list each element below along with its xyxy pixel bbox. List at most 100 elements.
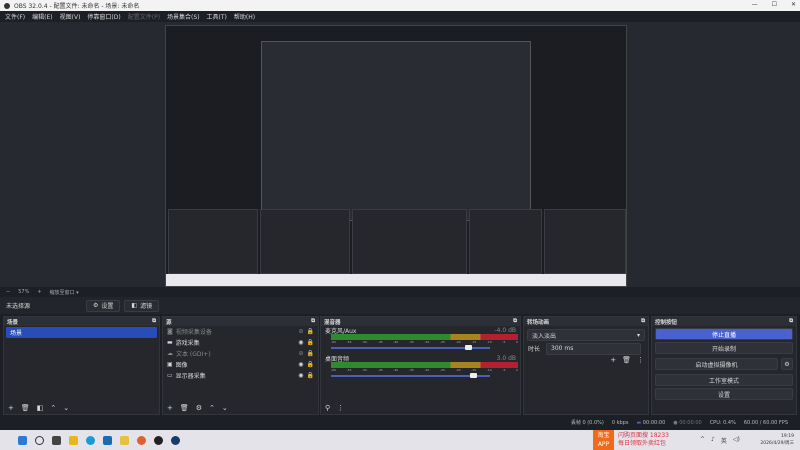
image-icon: ▣ (167, 361, 173, 368)
minimize-button[interactable]: — (752, 1, 758, 8)
virtual-camera-button[interactable]: 启动虚拟摄像机 (655, 358, 778, 370)
source-settings-button[interactable]: ⚙ 设置 (86, 299, 121, 312)
undock-icon[interactable]: ⧉ (513, 318, 517, 325)
undock-icon[interactable]: ⧉ (152, 318, 156, 325)
add-icon[interactable]: + (8, 404, 14, 412)
volume-meter (331, 362, 518, 368)
trash-icon[interactable]: 🗑 (21, 404, 30, 412)
eye-icon[interactable]: ◉ (298, 372, 303, 379)
scene-item[interactable]: 场景 (6, 327, 157, 338)
menu-dots-icon[interactable]: ⋮ (337, 404, 344, 412)
close-button[interactable]: ✕ (791, 1, 796, 8)
source-item[interactable]: ▬ 游戏采集 ◉ 🔒 (163, 337, 318, 348)
advanced-audio-icon[interactable]: ⚲ (325, 404, 330, 412)
meter-tick: -30 (424, 368, 430, 372)
menu-dots-icon[interactable]: ⋮ (637, 356, 644, 364)
lock-icon[interactable]: 🔒 (307, 339, 314, 346)
eye-icon[interactable]: ◉ (298, 361, 303, 368)
taobao-ad-logo[interactable]: 淘宝 APP (593, 430, 614, 450)
text-icon: ☁ (167, 350, 173, 357)
eye-hidden-icon[interactable]: ⊘ (298, 350, 303, 357)
cpu-usage: CPU: 0.4% (709, 419, 736, 426)
meter-tick: -45 (377, 368, 383, 372)
maximize-button[interactable]: ☐ (772, 1, 777, 8)
transitions-dock: 转场动画 ⧉ 淡入淡出 ▾ 时长 300 ms + 🗑 ⋮ (523, 316, 649, 415)
volume-icon: ◁) (732, 436, 740, 443)
menu-docks[interactable]: 停靠窗口(D) (87, 12, 120, 21)
add-icon[interactable]: + (610, 356, 616, 364)
transition-select[interactable]: 淡入淡出 ▾ (527, 329, 645, 341)
source-item[interactable]: ▭ 显示器采集 ◉ 🔒 (163, 370, 318, 381)
lock-icon[interactable]: 🔒 (307, 372, 314, 379)
lock-icon[interactable]: 🔒 (307, 328, 314, 335)
store-icon[interactable] (103, 435, 112, 445)
meter-tick: -15 (471, 340, 477, 344)
window-title: OBS 32.0.4 - 配置文件: 未命名 - 场景: 未命名 (14, 3, 140, 10)
app-icon[interactable] (137, 435, 146, 445)
start-recording-button[interactable]: 开始录制 (655, 342, 793, 354)
zoom-mode-select[interactable]: 缩放至窗口 ▾ (50, 289, 79, 296)
steam-icon[interactable] (171, 435, 180, 445)
menu-help[interactable]: 帮助(H) (234, 12, 255, 21)
chevron-down-icon: ▾ (636, 331, 640, 339)
menu-scene-collection[interactable]: 场景集合(S) (167, 12, 200, 21)
trash-icon[interactable]: 🗑 (622, 356, 631, 364)
camera-icon: ◙ (167, 328, 173, 335)
settings-button[interactable]: 设置 (655, 388, 793, 400)
edge-icon[interactable] (86, 435, 95, 445)
meter-tick: -20 (455, 340, 461, 344)
menu-tools[interactable]: 工具(T) (207, 12, 227, 21)
task-view-icon[interactable] (52, 435, 61, 445)
volume-slider[interactable] (331, 345, 490, 350)
eye-icon[interactable]: ◉ (298, 339, 303, 346)
clock[interactable]: 19:19 2026/4/29/周三 (760, 433, 794, 447)
file-explorer-icon[interactable] (69, 435, 78, 445)
lock-icon[interactable]: 🔒 (307, 350, 314, 357)
menu-edit[interactable]: 编辑(E) (32, 12, 52, 21)
gear-icon[interactable]: ⚙ (196, 404, 202, 412)
meter-tick: 0 (516, 368, 518, 372)
volume-slider-handle[interactable] (470, 373, 478, 378)
virtual-camera-settings-icon[interactable]: ⚙ (781, 358, 793, 370)
duration-input[interactable]: 300 ms (546, 342, 641, 355)
chevron-up-icon: ^ (700, 436, 706, 443)
up-icon[interactable]: ⌃ (50, 404, 56, 412)
app-icon[interactable] (120, 435, 129, 445)
source-filters-button[interactable]: ◧ 滤镜 (124, 299, 160, 312)
volume-slider[interactable] (331, 373, 490, 378)
up-icon[interactable]: ⌃ (209, 404, 215, 412)
obs-icon[interactable] (154, 435, 163, 445)
menu-view[interactable]: 视图(V) (60, 12, 81, 21)
down-icon[interactable]: ⌄ (63, 404, 69, 412)
source-item[interactable]: ◙ 视频采集设备 ⊘ 🔒 (163, 326, 318, 337)
lock-icon[interactable]: 🔒 (307, 361, 314, 368)
filter-icon[interactable]: ◧ (37, 404, 44, 412)
zoom-out-button[interactable]: − (6, 289, 10, 295)
zoom-bar: − 57% + 缩放至窗口 ▾ (0, 287, 800, 297)
scenes-dock: 场景 ⧉ 场景 + 🗑 ◧ ⌃ ⌄ (3, 316, 160, 415)
undock-icon[interactable]: ⧉ (789, 318, 793, 325)
zoom-in-button[interactable]: + (37, 289, 41, 295)
meter-tick: -40 (393, 340, 399, 344)
meter-tick: -20 (455, 368, 461, 372)
stop-streaming-button[interactable]: 停止直播 (655, 328, 793, 340)
system-tray[interactable]: ^ ♪ 英 ◁) (700, 436, 740, 445)
trash-icon[interactable]: 🗑 (180, 404, 189, 412)
add-icon[interactable]: + (167, 404, 173, 412)
eye-hidden-icon[interactable]: ⊘ (298, 328, 303, 335)
search-icon[interactable] (35, 435, 44, 445)
dock-title: 混音器 (324, 319, 341, 326)
menu-file[interactable]: 文件(F) (5, 12, 25, 21)
volume-slider-handle[interactable] (465, 345, 473, 350)
start-icon[interactable] (18, 435, 27, 445)
dock-title: 控制按钮 (655, 319, 678, 326)
studio-mode-button[interactable]: 工作室模式 (655, 374, 793, 386)
undock-icon[interactable]: ⧉ (641, 318, 645, 325)
down-icon[interactable]: ⌄ (222, 404, 228, 412)
undock-icon[interactable]: ⧉ (311, 318, 315, 325)
meter-ticks: -60 -55 -50 -45 -40 -35 -30 -25 -20 -15 -10 -5 0 (331, 340, 518, 344)
taobao-ad-text[interactable]: 闪购页面搜 18233 每日领取外卖红包 (618, 432, 669, 448)
source-item[interactable]: ☁ 文本 (GDI+) ⊘ 🔒 (163, 348, 318, 359)
source-item[interactable]: ▣ 图像 ◉ 🔒 (163, 359, 318, 370)
meter-tick: -45 (377, 340, 383, 344)
